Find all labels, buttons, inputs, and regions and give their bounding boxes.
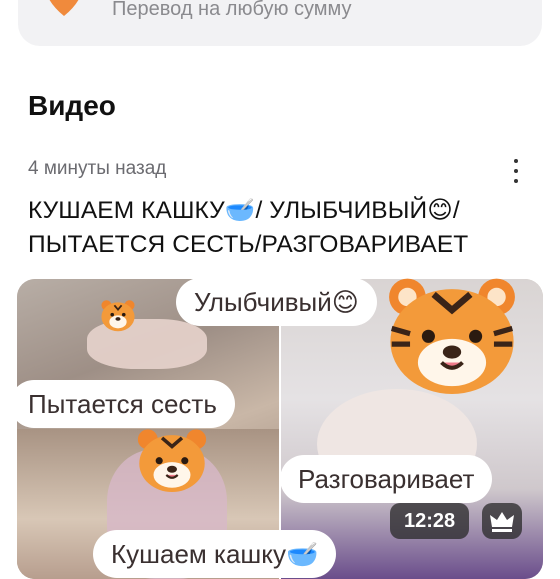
video-duration-badge: 12:28 xyxy=(390,503,470,539)
tiger-face-icon xyxy=(100,298,136,332)
caption-eating: Кушаем кашку🥣 xyxy=(93,530,337,578)
tiger-face-icon xyxy=(136,428,208,492)
caption-smiling: Улыбчивый😊 xyxy=(176,278,377,326)
tiger-face-icon xyxy=(378,276,526,394)
post-timestamp: 4 минуты назад xyxy=(28,158,167,179)
caption-trying-to-sit: Пытается сесть xyxy=(10,380,235,428)
post-title[interactable]: КУШАЕМ КАШКУ🥣/ УЛЫБЧИВЫЙ😊/ ПЫТАЕТСЯ СЕСТ… xyxy=(28,194,538,262)
heart-icon xyxy=(34,0,94,18)
section-title: Видео xyxy=(28,90,116,121)
caption-talking: Разговаривает xyxy=(280,455,493,503)
crown-icon xyxy=(482,503,522,539)
more-vertical-icon[interactable] xyxy=(500,153,532,189)
